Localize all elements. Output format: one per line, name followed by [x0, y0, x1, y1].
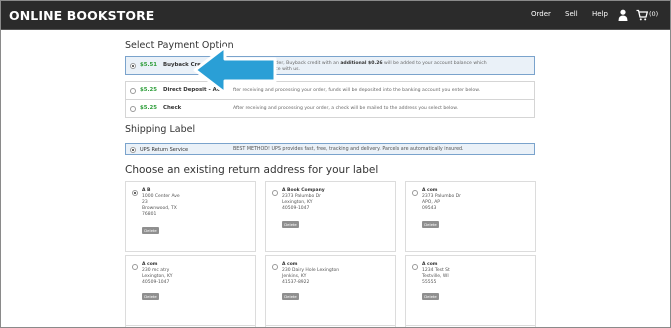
arrow-pointer-icon [193, 45, 277, 95]
payment-radio-ach[interactable] [130, 88, 136, 94]
address-card[interactable]: A Book Company 2373 Palumbo Dr Lexington… [265, 181, 396, 252]
address-card[interactable]: A com 1234 Test St Testville, WI 55555 D… [405, 255, 536, 326]
cart-icon [636, 9, 648, 21]
delete-address-button[interactable]: Delete [422, 221, 439, 228]
payment-radio-buyback[interactable] [130, 63, 136, 69]
payment-price: $5.51 [140, 62, 158, 68]
delete-address-button[interactable]: Delete [422, 293, 439, 300]
delete-address-button[interactable]: Delete [142, 227, 159, 234]
nav-help-link[interactable]: Help [592, 10, 608, 18]
payment-price: $5.25 [140, 87, 158, 93]
page-frame: ONLINE BOOKSTORE Order Sell Help (0) Sel… [0, 0, 671, 328]
address-radio[interactable] [412, 264, 418, 270]
address-card[interactable]: A com 2373 Palumbo Dr APO, AP 09543 Dele… [405, 181, 536, 252]
nav-sell-link[interactable]: Sell [565, 10, 578, 18]
address-radio[interactable] [272, 190, 278, 196]
site-logo[interactable]: ONLINE BOOKSTORE [9, 8, 154, 23]
user-icon[interactable] [618, 9, 628, 21]
address-text: A com 230 Dairy Hole Lexington Jenkins, … [282, 262, 340, 286]
shipping-radio-ups[interactable] [130, 147, 136, 153]
shipping-option-ups[interactable]: UPS Return Service BEST METHOD! UPS prov… [125, 143, 535, 155]
delete-address-button[interactable]: Delete [142, 293, 159, 300]
shipping-section-title: Shipping Label [125, 124, 196, 135]
address-radio[interactable] [272, 264, 278, 270]
cart-button[interactable]: (0) [636, 9, 670, 21]
address-text: A com 2373 Palumbo Dr APO, AP 09543 [422, 188, 461, 212]
address-card[interactable]: A B 1000 Center Ave 23 Brownwood, TX 768… [125, 181, 256, 252]
shipping-option-name: UPS Return Service [140, 147, 189, 153]
address-radio[interactable] [412, 190, 418, 196]
address-text: A com 1234 Test St Testville, WI 55555 [422, 262, 450, 286]
payment-radio-check[interactable] [130, 106, 136, 112]
payment-method-name: Check [163, 105, 182, 111]
address-card[interactable]: A com 230 Dairy Hole Lexington Jenkins, … [265, 255, 396, 326]
top-navigation-bar: ONLINE BOOKSTORE Order Sell Help (0) [1, 1, 670, 30]
payment-option-buyback[interactable]: $5.51 Buyback Credit processing your ord… [125, 56, 535, 75]
address-text: A B 1000 Center Ave 23 Brownwood, TX 768… [142, 188, 180, 218]
address-text: A com 230 mc atry Lexington, KY 40509-10… [142, 262, 173, 286]
payment-description: After receiving and processing your orde… [233, 106, 458, 111]
address-radio[interactable] [132, 264, 138, 270]
delete-address-button[interactable]: Delete [282, 293, 299, 300]
address-radio[interactable] [132, 190, 138, 196]
address-section-title: Choose an existing return address for yo… [125, 164, 379, 176]
payment-price: $5.25 [140, 105, 158, 111]
nav-order-link[interactable]: Order [531, 10, 551, 18]
payment-option-check[interactable]: $5.25 Check After receiving and processi… [125, 99, 535, 118]
shipping-option-description: BEST METHOD! UPS provides fast, free, tr… [233, 147, 464, 152]
payment-option-ach[interactable]: $5.25 Direct Deposit - ACH fter receivin… [125, 81, 535, 100]
address-text: A Book Company 2373 Palumbo Dr Lexington… [282, 188, 325, 212]
address-card[interactable]: A com 230 mc atry Lexington, KY 40509-10… [125, 255, 256, 326]
delete-address-button[interactable]: Delete [282, 221, 299, 228]
cart-count: (0) [649, 10, 659, 18]
